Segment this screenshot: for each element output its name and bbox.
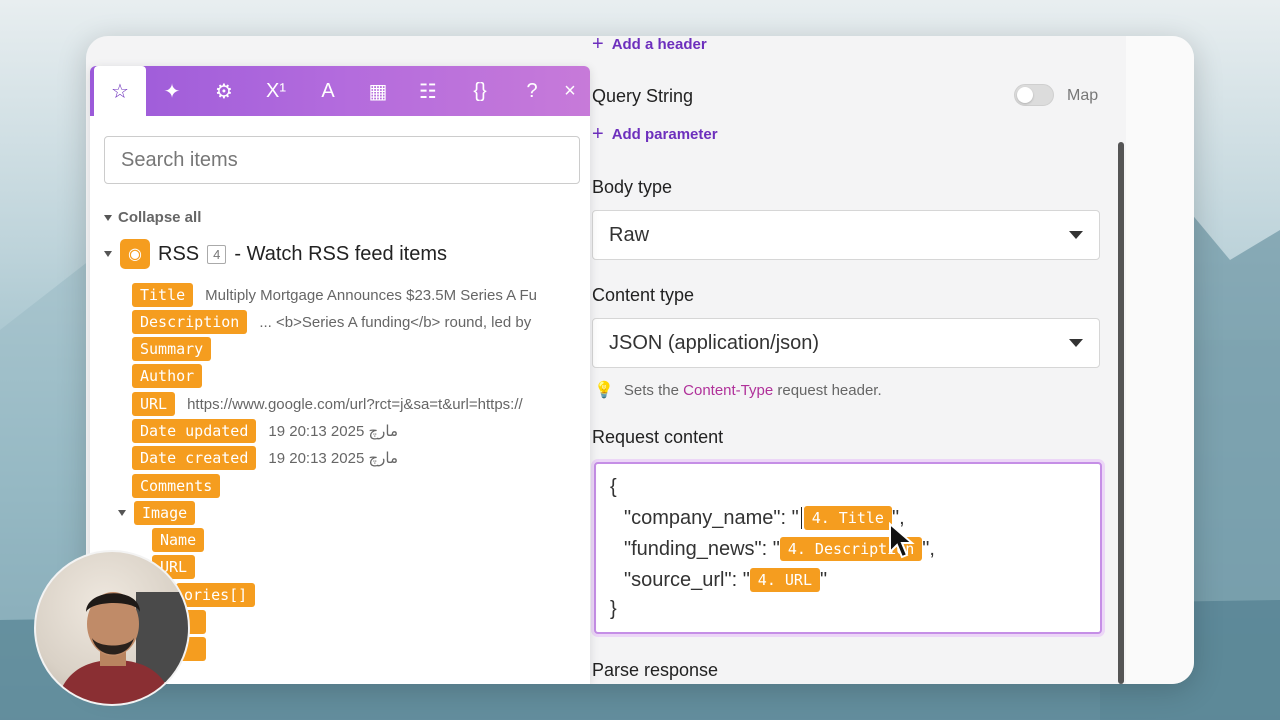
code-line-source: "source_url": " 4. URL " xyxy=(624,568,827,592)
code-end: ", xyxy=(922,537,935,560)
app-window: + Add a header Query String Map + Add pa… xyxy=(86,36,1194,684)
presenter-avatar xyxy=(56,592,188,704)
search-input[interactable] xyxy=(104,136,580,184)
mapped-pill-title[interactable]: 4. Title xyxy=(803,506,892,530)
item-pill[interactable]: Title xyxy=(132,283,194,307)
lightbulb-icon: 💡 xyxy=(594,382,614,399)
item-pill[interactable]: Name xyxy=(152,528,205,552)
list-item[interactable]: Date created 19 20:13 2025 مارچ xyxy=(132,446,398,470)
table-icon[interactable]: ☷ xyxy=(402,66,454,116)
code-key: "company_name": " xyxy=(624,506,799,529)
plus-icon: + xyxy=(592,123,604,145)
toggle-knob xyxy=(1017,87,1033,103)
list-item[interactable]: Name xyxy=(152,528,205,552)
map-toggle[interactable] xyxy=(1014,84,1054,106)
item-value: Multiply Mortgage Announces $23.5M Serie… xyxy=(205,286,538,304)
code-key: "source_url": " xyxy=(624,568,750,591)
item-value: https://www.google.com/url?rct=j&sa=t&ur… xyxy=(187,395,523,413)
webcam-overlay xyxy=(34,550,190,706)
list-item[interactable]: ories[] xyxy=(176,583,256,607)
help-icon[interactable]: ? xyxy=(512,66,552,116)
code-line-company: "company_name": " 4. Title ", xyxy=(624,506,905,530)
rss-module-row[interactable]: ◉ RSS 4 - Watch RSS feed items xyxy=(104,239,447,269)
item-pill[interactable]: Summary xyxy=(132,337,212,361)
module-name: RSS xyxy=(158,242,200,265)
collapse-all-label: Collapse all xyxy=(118,209,202,226)
close-icon[interactable]: × xyxy=(550,66,590,116)
settings-scrollbar[interactable] xyxy=(1118,142,1124,684)
text-functions-icon[interactable]: A xyxy=(302,66,354,116)
hint-accent: Content-Type xyxy=(683,381,774,399)
chevron-down-icon xyxy=(1069,339,1083,347)
request-content-label: Request content xyxy=(592,427,724,447)
add-header-label: Add a header xyxy=(611,36,707,53)
braces-icon[interactable]: {} xyxy=(454,66,506,116)
sparkle-icon[interactable]: ✦ xyxy=(146,66,198,116)
item-pill[interactable]: Date created xyxy=(132,446,257,470)
content-type-select[interactable]: JSON (application/json) xyxy=(592,318,1100,368)
request-content-editor[interactable]: { "company_name": " 4. Title ", "funding… xyxy=(594,462,1102,634)
caret-down-icon xyxy=(118,510,126,516)
star-icon[interactable]: ☆ xyxy=(94,66,146,116)
list-item[interactable]: Date updated 19 20:13 2025 مارچ xyxy=(132,419,398,443)
gear-icon[interactable]: ⚙ xyxy=(198,66,250,116)
item-pill[interactable]: Author xyxy=(132,364,203,388)
list-item[interactable]: Author xyxy=(132,364,203,388)
chevron-down-icon xyxy=(1069,231,1083,239)
code-end: " xyxy=(819,568,828,591)
content-type-hint: 💡 Sets the Content-Type request header. xyxy=(594,380,882,400)
item-pill[interactable]: ories[] xyxy=(176,583,256,607)
map-label: Map xyxy=(1067,87,1099,104)
calendar-icon[interactable]: ▦ xyxy=(352,66,404,116)
hint-prefix: Sets the xyxy=(623,381,679,399)
list-item[interactable]: Title Multiply Mortgage Announces $23.5M… xyxy=(132,283,537,307)
item-pill[interactable]: Description xyxy=(132,310,248,334)
parse-response-label: Parse response xyxy=(592,660,719,680)
code-close-brace: } xyxy=(610,598,617,620)
caret-down-icon xyxy=(104,251,112,257)
collapse-all-toggle[interactable]: Collapse all xyxy=(104,209,201,226)
right-margin xyxy=(1126,36,1194,684)
mouse-pointer-icon xyxy=(889,522,915,559)
content-type-value: JSON (application/json) xyxy=(609,331,820,354)
plus-icon: + xyxy=(592,36,604,55)
body-type-value: Raw xyxy=(609,223,650,246)
list-item-image[interactable]: Image xyxy=(118,501,196,525)
code-key: "funding_news": " xyxy=(624,537,780,560)
hint-suffix: request header. xyxy=(777,381,882,399)
item-value: 19 20:13 2025 مارچ xyxy=(268,450,398,467)
code-open-brace: { xyxy=(610,476,617,498)
math-functions-icon[interactable]: X¹ xyxy=(250,66,302,116)
item-pill[interactable]: Date updated xyxy=(132,419,257,443)
caret-down-icon xyxy=(104,214,112,221)
add-parameter-link[interactable]: + Add parameter xyxy=(592,124,718,144)
module-number-badge: 4 xyxy=(207,244,227,264)
item-pill[interactable]: URL xyxy=(132,392,176,416)
item-pill[interactable]: Image xyxy=(134,501,196,525)
module-description: - Watch RSS feed items xyxy=(234,242,448,265)
add-header-link[interactable]: + Add a header xyxy=(592,36,707,54)
list-item[interactable]: URL https://www.google.com/url?rct=j&sa=… xyxy=(132,392,523,416)
text-cursor xyxy=(800,507,802,529)
item-pill[interactable]: Comments xyxy=(132,474,221,498)
mapped-pill-url[interactable]: 4. URL xyxy=(749,568,820,592)
query-string-label: Query String xyxy=(592,86,694,106)
add-parameter-label: Add parameter xyxy=(611,125,718,143)
item-value: ... <b>Series A funding</b> round, led b… xyxy=(259,313,532,331)
content-type-label: Content type xyxy=(592,285,695,305)
item-value: 19 20:13 2025 مارچ xyxy=(268,423,398,440)
list-item[interactable]: Comments xyxy=(132,474,221,498)
mapping-toolbar: ☆ ✦ ⚙ X¹ A ▦ ☷ {} ? × xyxy=(90,66,590,116)
body-type-label: Body type xyxy=(592,177,673,197)
body-type-select[interactable]: Raw xyxy=(592,210,1100,260)
list-item[interactable]: Summary xyxy=(132,337,212,361)
list-item[interactable]: Description ... <b>Series A funding</b> … xyxy=(132,310,531,334)
rss-icon: ◉ xyxy=(120,239,150,269)
